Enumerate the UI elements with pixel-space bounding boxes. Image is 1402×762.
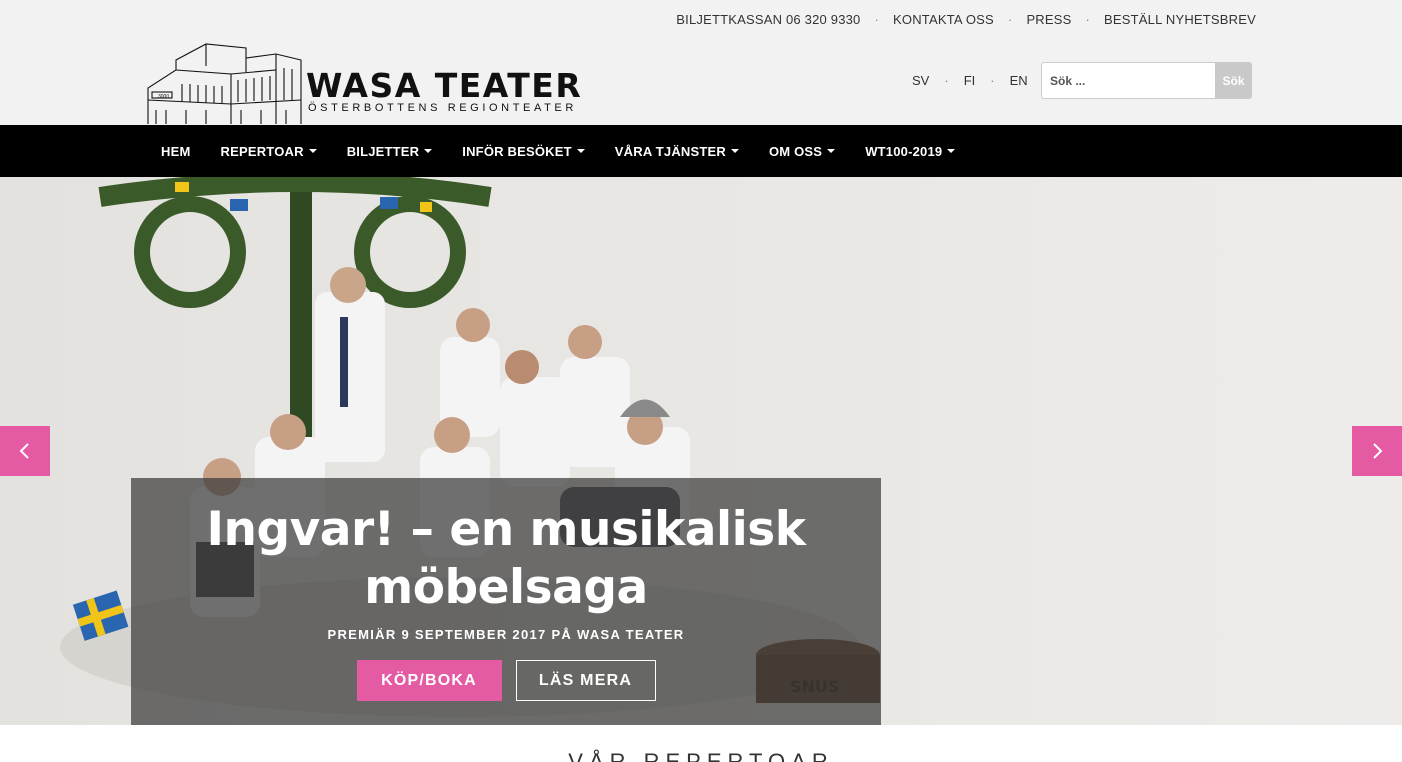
search-form: Sök (1041, 62, 1252, 99)
site-header: BILJETTKASSAN 06 320 9330 · KONTAKTA OSS… (0, 0, 1402, 125)
caret-down-icon (947, 149, 956, 153)
separator-dot: · (874, 12, 880, 27)
nav-item-om-oss[interactable]: OM OSS (754, 144, 850, 159)
nav-item-label: VÅRA TJÄNSTER (614, 143, 726, 159)
nav-item-wt100-2019[interactable]: WT100-2019 (850, 144, 970, 159)
caret-down-icon (308, 149, 317, 153)
caret-down-icon (424, 149, 433, 153)
hero-carousel: SNUS Ingvar! – en musikalisk möbelsaga P… (0, 177, 1402, 725)
carousel-next-button[interactable] (1352, 426, 1402, 476)
top-link-newsletter[interactable]: BESTÄLL NYHETSBREV (1104, 12, 1256, 27)
nav-item-infor-besoket[interactable]: INFÖR BESÖKET (447, 144, 600, 159)
nav-item-label: REPERTOAR (220, 143, 304, 159)
hero-buttons: KÖP/BOKA LÄS MERA (131, 660, 881, 701)
nav-item-label: OM OSS (768, 143, 823, 159)
lang-sv-link[interactable]: SV (912, 73, 929, 88)
nav-menu: HEM REPERTOAR BILJETTER INFÖR BESÖKET VÅ… (146, 125, 970, 177)
top-link-contact[interactable]: KONTAKTA OSS (893, 12, 994, 27)
nav-item-label: HEM (161, 143, 191, 159)
site-logo[interactable]: 3000 WASA TEATER ÖSTERBOTTENS REGIONTEAT… (146, 40, 586, 126)
separator-dot: · (990, 73, 995, 88)
logo-title: WASA TEATER (306, 66, 583, 105)
lang-en-link[interactable]: EN (1010, 73, 1028, 88)
carousel-prev-button[interactable] (0, 426, 50, 476)
chevron-right-icon (1373, 443, 1383, 459)
search-button[interactable]: Sök (1215, 62, 1252, 99)
nav-item-biljetter[interactable]: BILJETTER (332, 144, 448, 159)
svg-text:3000: 3000 (158, 94, 169, 100)
top-utility-links: BILJETTKASSAN 06 320 9330 · KONTAKTA OSS… (676, 12, 1256, 27)
nav-item-hem[interactable]: HEM (146, 144, 206, 159)
separator-dot: · (944, 73, 949, 88)
top-link-press[interactable]: PRESS (1026, 12, 1071, 27)
caret-down-icon (730, 149, 739, 153)
buy-book-button[interactable]: KÖP/BOKA (356, 660, 502, 701)
hero-subtitle: PREMIÄR 9 SEPTEMBER 2017 PÅ WASA TEATER (327, 627, 685, 642)
nav-item-label: WT100-2019 (865, 143, 943, 159)
search-input[interactable] (1041, 62, 1215, 99)
separator-dot: · (1085, 12, 1091, 27)
hero-title: Ingvar! – en musikalisk möbelsaga (206, 502, 806, 615)
separator-dot: · (1007, 12, 1013, 27)
language-switcher: SV · FI · EN (912, 73, 1028, 88)
read-more-button[interactable]: LÄS MERA (515, 660, 656, 701)
nav-item-label: BILJETTER (346, 143, 420, 159)
nav-item-vara-tjanster[interactable]: VÅRA TJÄNSTER (600, 144, 754, 159)
lang-fi-link[interactable]: FI (964, 73, 976, 88)
main-navigation: HEM REPERTOAR BILJETTER INFÖR BESÖKET VÅ… (0, 125, 1402, 177)
hero-caption: Ingvar! – en musikalisk möbelsaga PREMIÄ… (131, 478, 881, 725)
theater-building-logo-icon: 3000 (147, 43, 302, 124)
logo-subtitle: ÖSTERBOTTENS REGIONTEATER (308, 102, 577, 114)
chevron-left-icon (19, 443, 29, 459)
top-link-ticket-office[interactable]: BILJETTKASSAN 06 320 9330 (676, 12, 860, 27)
caret-down-icon (827, 149, 836, 153)
section-title: VÅR REPERTOAR (568, 749, 834, 762)
nav-item-repertoar[interactable]: REPERTOAR (206, 144, 332, 159)
nav-item-label: INFÖR BESÖKET (462, 143, 572, 159)
repertoire-section: VÅR REPERTOAR (0, 725, 1402, 762)
caret-down-icon (576, 149, 585, 153)
